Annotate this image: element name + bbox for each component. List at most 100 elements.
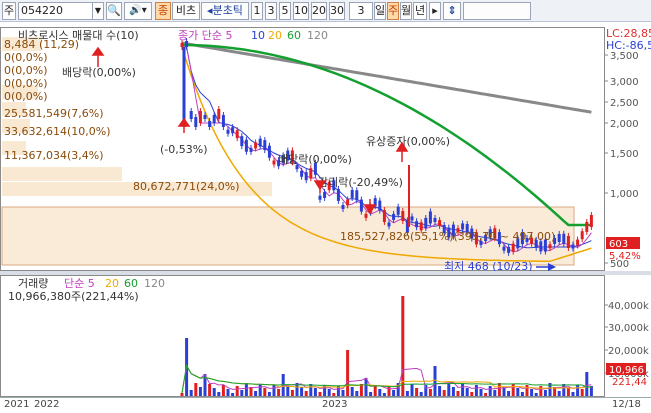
candle-body [502, 246, 506, 251]
volume-bar [346, 350, 350, 396]
candle-body [576, 239, 580, 246]
candle-body [461, 223, 465, 230]
market-select[interactable]: 주 [2, 2, 16, 20]
candle-body [221, 115, 225, 127]
candle-body [580, 231, 584, 240]
volume-tick-label: 20,000k [608, 346, 649, 357]
search-icon[interactable]: 🔍 [106, 2, 122, 20]
candle-body [507, 246, 511, 253]
volume-bar [405, 391, 409, 396]
candle-body [249, 147, 253, 152]
candle-body [378, 200, 382, 211]
volume-bar [470, 392, 474, 396]
volume-bar [493, 390, 497, 396]
price-tick-label: 3,500 [610, 51, 639, 62]
candle-body [557, 234, 561, 243]
volume-bar [438, 386, 442, 396]
year-button[interactable]: 년 [413, 2, 427, 20]
profile-label-8: 11,367,034(3,4%) [4, 149, 104, 162]
volume-bar [557, 391, 561, 396]
week-button[interactable]: 주 [387, 2, 399, 20]
candle-body [318, 195, 322, 200]
candle-body [323, 191, 327, 198]
volume-bar [415, 388, 419, 396]
volume-bar [488, 386, 492, 396]
volume-bar [484, 393, 488, 396]
volume-bar [580, 389, 584, 396]
dropdown-arrow-icon[interactable]: ▼ [92, 2, 104, 20]
period-30[interactable]: 30 [329, 2, 345, 20]
price-tick-label: 2,000 [610, 119, 639, 130]
capital-reduction-annotation: 감리락(-20,49%) [318, 176, 403, 189]
ma-legend-label: 종가 단순 5 [178, 29, 232, 42]
candle-body [401, 211, 405, 222]
period-5[interactable]: 5 [279, 2, 291, 20]
candle-body [387, 222, 391, 227]
profile-label-6: 25,581,549(7,6%) [4, 107, 104, 120]
volume-ma-120: 120 [144, 277, 165, 290]
candle-body [304, 172, 308, 181]
chart-type-button[interactable]: ◂분초틱 [201, 2, 249, 20]
volume-bar [263, 388, 267, 396]
volume-bar [194, 383, 198, 396]
candle-body [254, 142, 258, 149]
volume-bar [231, 393, 235, 396]
candle-body [396, 206, 400, 215]
volume-bar [258, 384, 262, 396]
period-10[interactable]: 10 [293, 2, 309, 20]
volume-bar [341, 390, 345, 396]
compare-toggle[interactable]: 종 [155, 2, 171, 20]
volume-bar [585, 372, 589, 396]
count-spinner[interactable]: 3 [349, 2, 373, 20]
volume-value: 10,966,380주(221,44%) [8, 290, 139, 303]
volume-bar [392, 390, 396, 396]
profile-label-9: 80,672,771(24,0%) [133, 180, 240, 193]
volume-bar [382, 393, 386, 396]
volume-pct-value: 221,44 [612, 377, 647, 388]
volume-bar [461, 384, 465, 396]
profile-label-5: 0(0,0%) [4, 90, 48, 103]
volume-bar [300, 387, 304, 396]
period-20[interactable]: 20 [311, 2, 327, 20]
profile-label-10: 185,527,826(55,1%)(395,70 ~ 497,00) [340, 230, 555, 243]
month-button[interactable]: 월 [400, 2, 412, 20]
profile-label-2: 0(0,0%) [4, 51, 48, 64]
candle-body [180, 43, 184, 47]
menu-arrow-icon[interactable]: ▸ [429, 2, 441, 20]
volume-bar [442, 390, 446, 396]
candle-body [392, 213, 396, 220]
period-1[interactable]: 1 [251, 2, 263, 20]
volume-tag-value: 10,966 [609, 365, 644, 376]
volume-bar [221, 385, 225, 396]
speaker-icon[interactable]: 🔊▾ [124, 2, 152, 20]
dividend-annotation-1: 배당락(0,00%) [62, 66, 136, 79]
pct-annotation: (-0,53%) [160, 143, 208, 156]
day-button[interactable]: 일 [374, 2, 386, 20]
volume-bar [543, 390, 547, 396]
volume-bar [525, 385, 529, 396]
volume-bar [304, 391, 308, 396]
volume-bar [447, 383, 451, 396]
candle-body [424, 217, 428, 228]
updown-arrow-icon[interactable]: ⇕ [443, 2, 461, 20]
volume-ma-60: 60 [124, 277, 138, 290]
candle-body [309, 168, 313, 179]
x-label-2022: 2022 [34, 399, 60, 410]
candle-body [346, 199, 350, 206]
candle-body [189, 111, 193, 119]
ma-legend-10: 10 [251, 29, 265, 42]
candle-body [438, 220, 442, 227]
volume-bar [433, 366, 437, 396]
volume-bar [359, 384, 363, 396]
candle-body [350, 189, 354, 198]
candle-body [336, 188, 340, 201]
volume-bar [534, 393, 538, 396]
volume-tick-label: 30,000k [608, 323, 649, 334]
candle-body [258, 138, 262, 147]
candle-body [203, 115, 207, 119]
compare-button[interactable]: 비츠 [172, 2, 200, 20]
period-3[interactable]: 3 [265, 2, 277, 20]
volume-bar [267, 392, 271, 396]
change-pct-value: 5,42% [609, 251, 641, 262]
price-tick-label: 1,500 [610, 149, 639, 160]
